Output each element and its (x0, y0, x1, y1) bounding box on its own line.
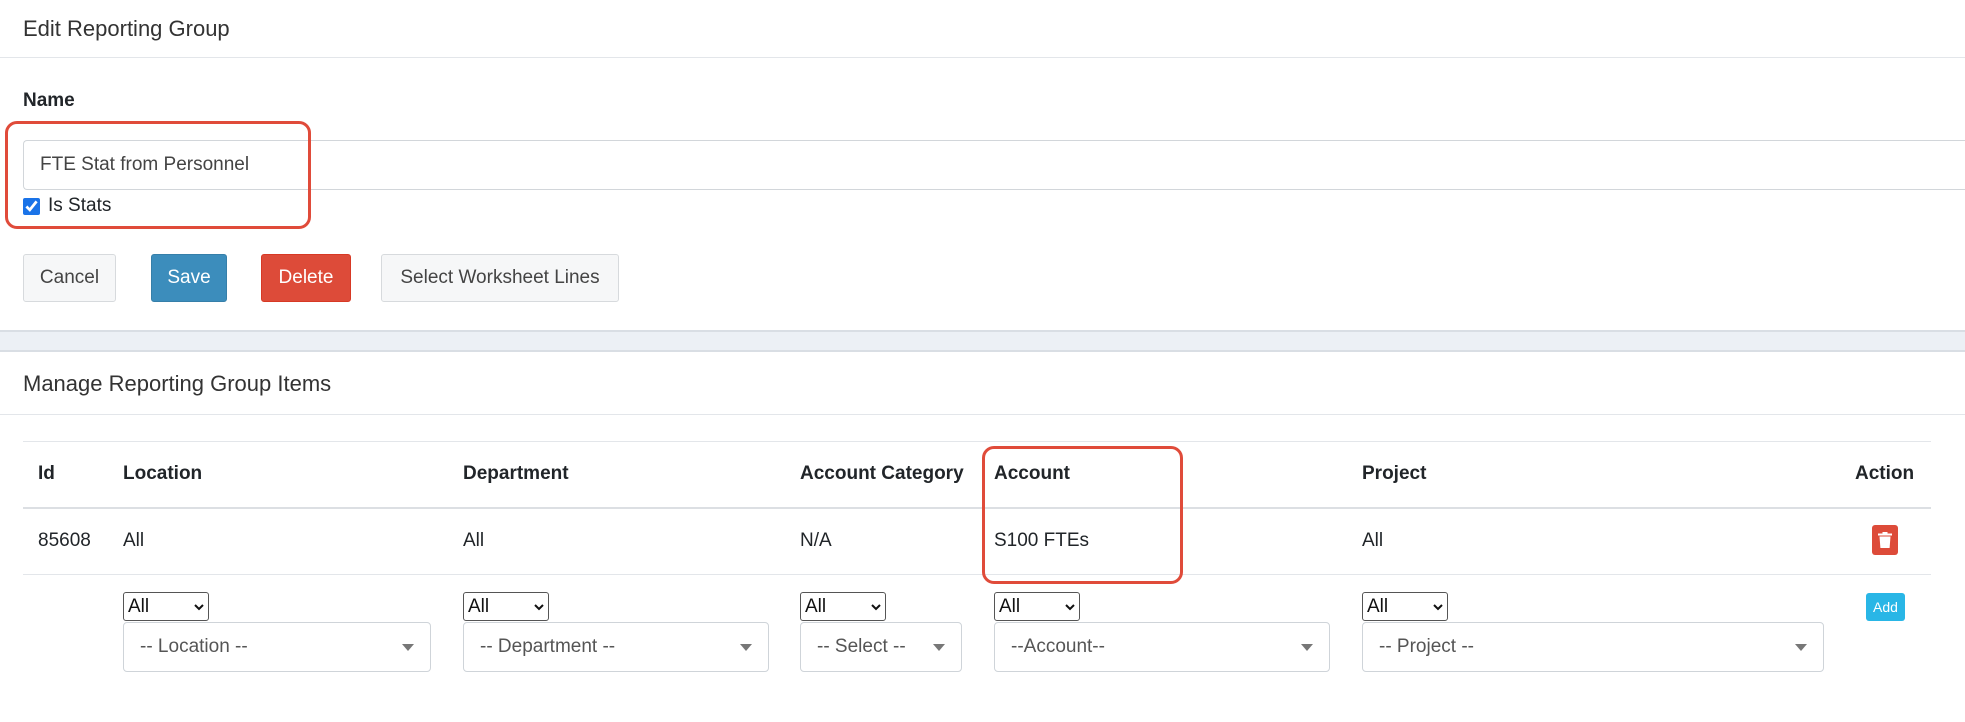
chevron-down-icon (194, 603, 204, 610)
cell-account: S100 FTEs (994, 530, 1090, 551)
chevron-down-icon (1065, 603, 1075, 610)
is-stats-label: Is Stats (48, 195, 112, 216)
select-value: All (1367, 595, 1389, 617)
dropdown-placeholder: -- Project -- (1379, 636, 1474, 657)
caret-down-icon (933, 643, 945, 651)
dropdown-placeholder: --Account-- (1011, 636, 1105, 657)
cell-id: 85608 (38, 530, 91, 551)
select-worksheet-lines-button[interactable]: Select Worksheet Lines (381, 254, 619, 302)
column-header-action: Action (1855, 463, 1915, 484)
account-category-dropdown[interactable]: -- Select -- (800, 622, 962, 672)
department-scope-select[interactable]: All (463, 592, 549, 621)
cancel-button[interactable]: Cancel (23, 254, 116, 302)
column-header-location: Location (123, 463, 203, 484)
panel-separator (0, 330, 1965, 352)
column-header-project: Project (1362, 463, 1427, 484)
panel-title: Edit Reporting Group (23, 16, 230, 41)
delete-row-button[interactable] (1872, 525, 1898, 555)
name-label: Name (23, 90, 75, 111)
column-header-account-category: Account Category (800, 463, 964, 484)
is-stats-checkbox[interactable] (23, 197, 40, 215)
select-value: All (468, 595, 490, 617)
panel-header: Manage Reporting Group Items (0, 352, 1965, 415)
cell-project: All (1362, 530, 1384, 551)
caret-down-icon (1301, 643, 1313, 651)
chevron-down-icon (1433, 603, 1443, 610)
column-header-department: Department (463, 463, 569, 484)
dropdown-placeholder: -- Select -- (817, 636, 906, 657)
location-scope-select[interactable]: All (123, 592, 209, 621)
chevron-down-icon (871, 603, 881, 610)
is-stats-checkbox-row[interactable]: Is Stats (23, 195, 111, 217)
select-value: All (805, 595, 827, 617)
name-input[interactable] (23, 140, 1965, 190)
account-dropdown[interactable]: --Account-- (994, 622, 1330, 672)
chevron-down-icon (534, 603, 544, 610)
project-dropdown[interactable]: -- Project -- (1362, 622, 1824, 672)
account-category-scope-select[interactable]: All (800, 592, 886, 621)
column-header-account: Account (994, 463, 1070, 484)
cell-location: All (123, 530, 145, 551)
table-header-border (23, 507, 1931, 509)
project-scope-select[interactable]: All (1362, 592, 1448, 621)
location-dropdown[interactable]: -- Location -- (123, 622, 431, 672)
panel-title: Manage Reporting Group Items (23, 371, 332, 396)
cell-account-category: N/A (800, 530, 832, 551)
save-button[interactable]: Save (151, 254, 227, 302)
delete-button[interactable]: Delete (261, 254, 351, 302)
add-item-button[interactable]: Add (1866, 593, 1905, 621)
select-value: All (999, 595, 1021, 617)
caret-down-icon (740, 643, 752, 651)
department-dropdown[interactable]: -- Department -- (463, 622, 769, 672)
caret-down-icon (1795, 643, 1807, 651)
cell-department: All (463, 530, 485, 551)
dropdown-placeholder: -- Department -- (480, 636, 616, 657)
select-value: All (128, 595, 150, 617)
table-top-border (23, 441, 1931, 442)
account-scope-select[interactable]: All (994, 592, 1080, 621)
caret-down-icon (402, 643, 414, 651)
row-border (23, 574, 1931, 575)
dropdown-placeholder: -- Location -- (140, 636, 248, 657)
trash-icon (1878, 532, 1892, 548)
panel-header: Edit Reporting Group (0, 0, 1965, 58)
column-header-id: Id (38, 463, 55, 484)
